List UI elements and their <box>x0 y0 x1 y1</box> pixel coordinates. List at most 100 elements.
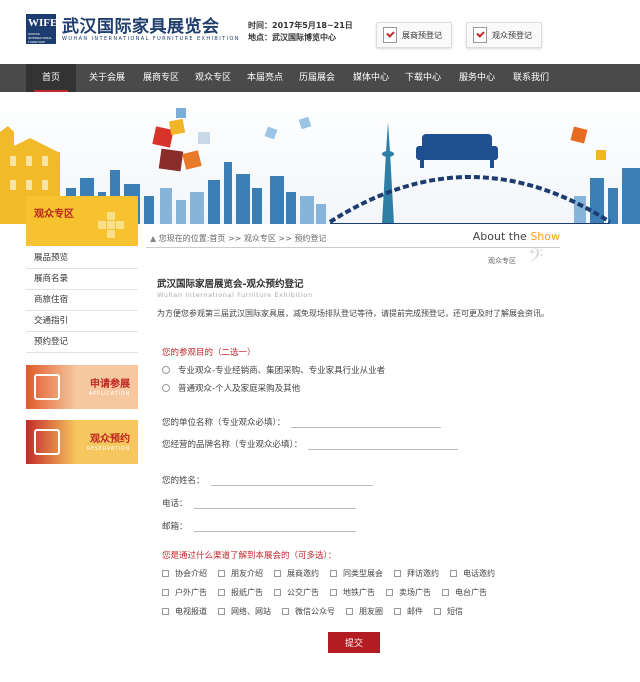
checkbox[interactable] <box>218 608 225 615</box>
home-icon: ▲ <box>150 234 157 243</box>
channel-option-label: 电话邀约 <box>463 569 495 578</box>
checklist-icon <box>383 27 397 43</box>
checkbox[interactable] <box>218 570 225 577</box>
company-field-row: 您的单位名称（专业观众必填）： <box>162 416 442 428</box>
sidebar-item-accommodation[interactable]: 商旅住宿 <box>26 290 138 311</box>
channel-checkbox[interactable]: 朋友介绍 <box>218 568 263 579</box>
sidebar-header: 观众专区 <box>26 196 138 246</box>
checkbox[interactable] <box>282 608 289 615</box>
channel-checkbox[interactable]: 协会介绍 <box>162 568 207 579</box>
apply-exhibit-banner[interactable]: 申请参展 APPLICATION <box>26 365 138 409</box>
about-prefix: About the <box>472 230 531 243</box>
channel-checkbox[interactable]: 公交广告 <box>274 587 319 598</box>
channel-checkbox[interactable]: 朋友圈 <box>346 606 383 617</box>
name-input[interactable] <box>210 476 373 486</box>
nav-item-past-shows[interactable]: 历届展会 <box>290 64 344 92</box>
breadcrumb-bar: ▲ 您现在的位置:首页 >> 观众专区 >> 预约登记 About the Sh… <box>146 228 560 248</box>
site-logo[interactable]: WIFE WUHAN INTERNATIONAL FURNITURE EXPO <box>26 14 57 48</box>
channel-option-label: 朋友介绍 <box>231 569 263 578</box>
channel-checkbox[interactable]: 拜访邀约 <box>394 568 439 579</box>
channel-checkbox[interactable]: 微信公众号 <box>282 606 335 617</box>
exhibitor-register-button[interactable]: 展商预登记 <box>376 22 452 48</box>
channel-checkbox[interactable]: 报纸广告 <box>218 587 263 598</box>
sidebar-item-exhibitor-list[interactable]: 展商名录 <box>26 269 138 290</box>
channel-checkbox[interactable]: 卖场广告 <box>386 587 431 598</box>
purpose-option-professional[interactable]: 专业观众-专业经销商、集团采购、专业家具行业从业者 <box>162 364 385 376</box>
channel-checkbox[interactable]: 电话邀约 <box>450 568 495 579</box>
purpose-option-general[interactable]: 普通观众-个人及家庭采购及其他 <box>162 382 300 394</box>
form-intro: 为方便您参观第三届武汉国际家具展，减免现场排队登记等待，请提前完成预登记，还可更… <box>157 309 549 318</box>
channel-checkbox[interactable]: 电台广告 <box>442 587 487 598</box>
channel-row-2: 户外广告 报纸广告 公交广告 地铁广告 卖场广告 电台广告 <box>162 587 498 598</box>
visitor-register-button[interactable]: 观众预登记 <box>466 22 542 48</box>
checkbox[interactable] <box>394 570 401 577</box>
company-input[interactable] <box>291 418 442 428</box>
channel-option-label: 卖场广告 <box>399 588 431 597</box>
form-title: 武汉国际家居展览会-观众预约登记 <box>157 279 304 290</box>
nav-item-downloads[interactable]: 下载中心 <box>396 64 450 92</box>
phone-field-row: 电话： <box>162 497 356 509</box>
checkbox[interactable] <box>218 589 225 596</box>
checkbox[interactable] <box>162 570 169 577</box>
sidebar-item-transport[interactable]: 交通指引 <box>26 311 138 332</box>
channel-checkbox[interactable]: 邮件 <box>394 606 423 617</box>
channel-option-label: 电台广告 <box>455 588 487 597</box>
nav-item-contact[interactable]: 联系我们 <box>504 64 558 92</box>
checkbox[interactable] <box>162 608 169 615</box>
about-show: Show <box>530 230 560 243</box>
channel-checkbox[interactable]: 电视报道 <box>162 606 207 617</box>
checkbox[interactable] <box>394 608 401 615</box>
submit-button[interactable]: 提交 <box>328 632 380 653</box>
checkbox[interactable] <box>346 608 353 615</box>
visitor-register-label: 观众预登记 <box>492 30 532 40</box>
checkbox[interactable] <box>442 589 449 596</box>
breadcrumb-text: 您现在的位置:首页 >> 观众专区 >> 预约登记 <box>158 234 327 243</box>
nav-item-home[interactable]: 首页 <box>26 64 76 92</box>
brand-label: 您经营的品牌名称（专业观众必填）： <box>162 440 303 450</box>
channel-checkbox[interactable]: 展商邀约 <box>274 568 319 579</box>
nav-item-about[interactable]: 关于会展 <box>80 64 134 92</box>
phone-input[interactable] <box>193 499 356 509</box>
channel-checkbox[interactable]: 网络、网站 <box>218 606 271 617</box>
brand-field-row: 您经营的品牌名称（专业观众必填）： <box>162 438 459 450</box>
channel-option-label: 同类型展会 <box>343 569 383 578</box>
nav-item-visitors[interactable]: 观众专区 <box>186 64 240 92</box>
channel-row-1: 协会介绍 朋友介绍 展商邀约 同类型展会 拜访邀约 电话邀约 <box>162 568 506 579</box>
nav-item-services[interactable]: 服务中心 <box>450 64 504 92</box>
sidebar-item-reservation[interactable]: 预约登记 <box>26 332 138 353</box>
channel-checkbox[interactable]: 户外广告 <box>162 587 207 598</box>
about-the-show-heading: About the Show <box>473 230 560 243</box>
visitor-reservation-banner[interactable]: 观众预约 RESERVATION <box>26 420 138 464</box>
nav-item-exhibitors[interactable]: 展商专区 <box>134 64 188 92</box>
nav-item-media[interactable]: 媒体中心 <box>344 64 398 92</box>
brand-input[interactable] <box>308 440 459 450</box>
bass-clef-icon: 𝄢 <box>528 244 544 272</box>
company-label: 您的单位名称（专业观众必填）： <box>162 418 286 428</box>
channel-checkbox[interactable]: 短信 <box>434 606 463 617</box>
channel-option-label: 展商邀约 <box>287 569 319 578</box>
visitor-reservation-title: 观众预约 <box>90 434 130 445</box>
radio-button[interactable] <box>162 384 170 392</box>
sidebar-item-exhibit-preview[interactable]: 展品预览 <box>26 248 138 269</box>
channel-option-label: 户外广告 <box>175 588 207 597</box>
checkbox[interactable] <box>330 570 337 577</box>
phone-label: 电话： <box>162 499 188 509</box>
radio-button[interactable] <box>162 366 170 374</box>
channel-option-label: 拜访邀约 <box>407 569 439 578</box>
channel-checkbox[interactable]: 地铁广告 <box>330 587 375 598</box>
name-field-row: 您的姓名： <box>162 474 373 486</box>
channel-option-label: 朋友圈 <box>359 607 383 616</box>
checkbox[interactable] <box>330 589 337 596</box>
checkbox[interactable] <box>450 570 457 577</box>
nav-item-highlights[interactable]: 本届亮点 <box>238 64 292 92</box>
channel-option-label: 报纸广告 <box>231 588 263 597</box>
email-input[interactable] <box>193 522 356 532</box>
checkbox[interactable] <box>386 589 393 596</box>
checkbox[interactable] <box>162 589 169 596</box>
checkbox[interactable] <box>274 570 281 577</box>
site-title: 武汉国际家具展览会 <box>62 17 220 37</box>
checkbox[interactable] <box>434 608 441 615</box>
channel-checkbox[interactable]: 同类型展会 <box>330 568 383 579</box>
checkbox[interactable] <box>274 589 281 596</box>
exhibitor-register-label: 展商预登记 <box>402 30 442 40</box>
